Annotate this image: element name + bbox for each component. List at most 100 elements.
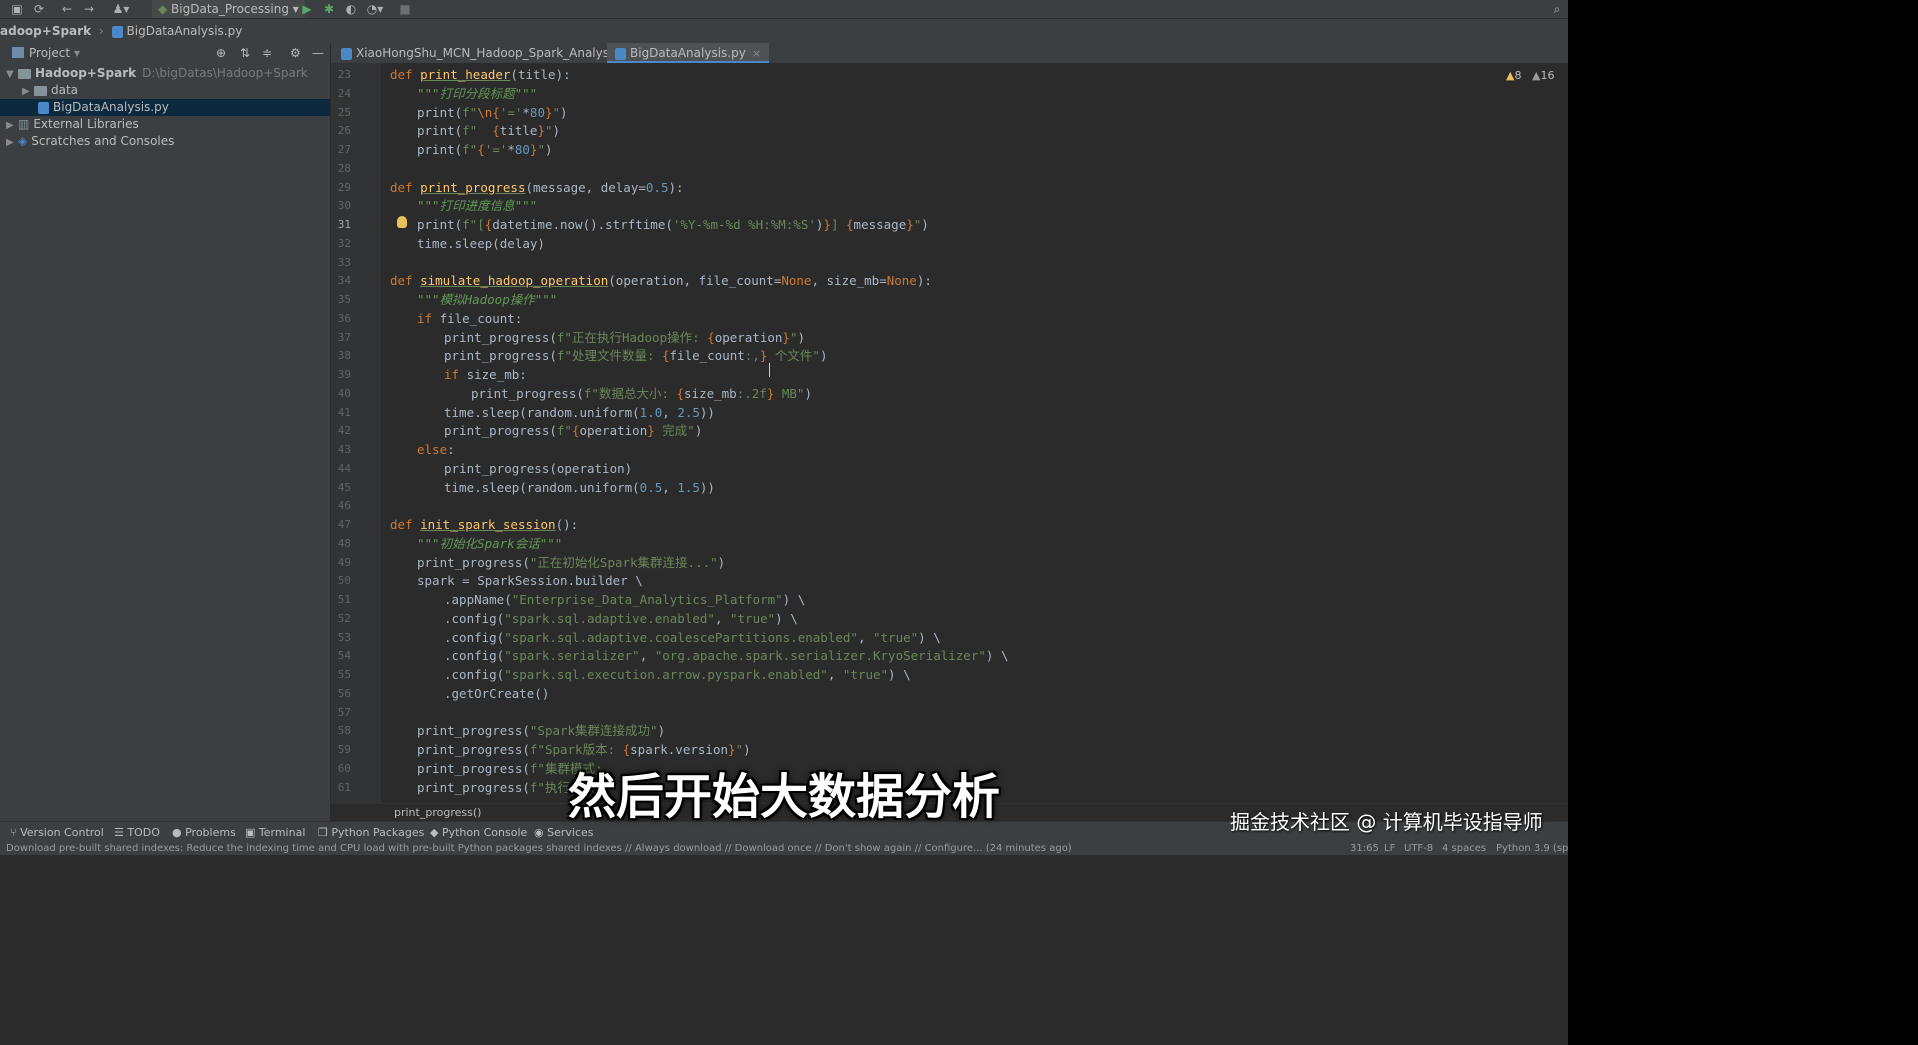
python-file-icon bbox=[341, 47, 352, 60]
run-icon[interactable]: ▶ bbox=[300, 1, 314, 17]
code-token: ) bbox=[544, 142, 553, 157]
code-token: "spark.serializer" bbox=[504, 648, 640, 664]
code-token: def bbox=[390, 67, 421, 82]
code-token: { bbox=[492, 104, 500, 120]
line-number: 52 bbox=[337, 611, 351, 625]
code-token: ) \ bbox=[918, 629, 941, 645]
weak-warnings-count: 16 bbox=[1540, 69, 1555, 82]
search-icon[interactable]: ⌕ bbox=[1550, 1, 1564, 17]
tree-item-scratches[interactable]: ▶ ◈ Scratches and Consoles bbox=[6, 133, 174, 150]
code-token: :.2f bbox=[736, 385, 767, 401]
gear-icon[interactable]: ⚙ bbox=[290, 43, 301, 63]
intention-bulb-icon[interactable] bbox=[397, 216, 407, 228]
code-token: message bbox=[853, 217, 907, 232]
chevron-down-icon[interactable]: ▼ bbox=[6, 66, 18, 83]
line-number-gutter[interactable]: 23 24 25 26 27 28 29 30 31 32 33 34 35 36 37 38 39 40 41 42… bbox=[331, 63, 381, 803]
code-token: print_progress( bbox=[417, 554, 530, 570]
vcs-user-icon[interactable]: ♟▾ bbox=[110, 1, 132, 17]
file-encoding[interactable]: UTF-8 bbox=[1404, 843, 1433, 855]
chevron-right-icon[interactable]: ▶ bbox=[22, 83, 34, 100]
code-token: operation bbox=[579, 423, 648, 439]
line-number: 41 bbox=[337, 405, 351, 419]
hide-panel-icon[interactable]: — bbox=[312, 43, 324, 63]
tab-label: BigDataAnalysis.py bbox=[630, 46, 746, 60]
code-token: ) bbox=[743, 742, 751, 757]
line-number: 40 bbox=[337, 386, 351, 400]
code-token: MB" bbox=[774, 385, 805, 401]
tree-item-label: External Libraries bbox=[33, 117, 139, 131]
tree-item-data[interactable]: ▶ data bbox=[22, 82, 78, 99]
tree-item-bigdataanalysis[interactable]: BigDataAnalysis.py bbox=[0, 99, 330, 116]
close-icon[interactable]: × bbox=[752, 47, 761, 60]
expand-all-icon[interactable]: ⇅ bbox=[240, 43, 250, 63]
forward-icon[interactable]: → bbox=[82, 1, 96, 17]
code-token: title bbox=[499, 123, 538, 139]
code-token: print( bbox=[417, 104, 463, 120]
project-view-selector[interactable]: Project bbox=[29, 43, 70, 63]
library-icon: ▥ bbox=[18, 117, 30, 131]
coverage-icon[interactable]: ◐ bbox=[344, 1, 358, 17]
line-separator[interactable]: LF bbox=[1384, 843, 1395, 855]
line-number: 31 bbox=[337, 218, 351, 231]
code-token: , bbox=[639, 648, 655, 664]
breadcrumb-project[interactable]: adoop+Spark bbox=[0, 24, 91, 38]
code-token: print_progress( bbox=[417, 723, 530, 739]
code-line: .config("spark.serializer", "org.apache.… bbox=[444, 647, 1008, 666]
line-number: 33 bbox=[337, 255, 351, 269]
packages-icon: ❒ bbox=[318, 826, 332, 839]
warnings-indicator[interactable]: ▲8 bbox=[1506, 69, 1521, 82]
code-token: spark = SparkSession.builder \ bbox=[417, 573, 643, 589]
locate-icon[interactable]: ⊕ bbox=[216, 43, 226, 63]
profile-icon[interactable]: ◔▾ bbox=[364, 1, 386, 17]
code-token: ) bbox=[819, 348, 828, 364]
line-number: 35 bbox=[337, 293, 351, 306]
code-line: print_progress(operation) bbox=[444, 460, 632, 479]
debug-icon[interactable]: ✱ bbox=[322, 1, 336, 17]
line-number: 46 bbox=[337, 499, 351, 513]
code-token: 完成" bbox=[654, 423, 695, 439]
code-token: * bbox=[522, 104, 530, 120]
run-configuration-label: BigData_Processing bbox=[171, 2, 289, 16]
code-token: { bbox=[707, 329, 715, 345]
line-number: 55 bbox=[337, 668, 351, 681]
line-number: 53 bbox=[337, 630, 351, 644]
chevron-right-icon[interactable]: ▶ bbox=[6, 117, 18, 134]
sync-icon[interactable]: ⟳ bbox=[32, 1, 46, 17]
tree-item-external-libraries[interactable]: ▶ ▥ External Libraries bbox=[6, 116, 139, 133]
caret-position[interactable]: 31:65 bbox=[1346, 843, 1379, 855]
code-token: } bbox=[647, 423, 655, 439]
code-line: if size_mb: bbox=[444, 366, 527, 385]
collapse-all-icon[interactable]: ≑ bbox=[262, 43, 272, 63]
code-line: print(f" {title}") bbox=[417, 122, 560, 141]
scratches-icon: ◈ bbox=[18, 134, 28, 148]
indent-setting[interactable]: 4 spaces bbox=[1442, 843, 1486, 855]
code-line: .config("spark.sql.adaptive.coalescePart… bbox=[444, 629, 941, 648]
stop-icon[interactable]: ■ bbox=[398, 1, 412, 17]
weak-warnings-indicator[interactable]: ▲16 bbox=[1532, 69, 1554, 82]
python-interpreter[interactable]: Python 3.9 (sp bbox=[1496, 843, 1568, 855]
chevron-down-icon[interactable]: ▾ bbox=[74, 43, 80, 63]
code-line: time.sleep(random.uniform(0.5, 1.5)) bbox=[444, 479, 715, 498]
tab-bigdata-analysis[interactable]: BigDataAnalysis.py × bbox=[607, 43, 770, 63]
line-number: 27 bbox=[337, 143, 351, 156]
code-token: (): bbox=[555, 517, 579, 532]
code-token: "true" bbox=[873, 629, 919, 645]
project-panel-header: Project ▾ ⊕ ⇅ ≑ ⚙ — bbox=[0, 43, 330, 63]
code-editor[interactable]: def print_header(title): """打印分段标题""" prin… bbox=[381, 63, 1568, 803]
breadcrumb-file[interactable]: BigDataAnalysis.py bbox=[127, 24, 243, 38]
code-token: '=' bbox=[484, 142, 508, 157]
code-token: .appName( bbox=[444, 592, 512, 607]
code-token: { bbox=[662, 348, 670, 364]
code-token: f"Spark版本: bbox=[529, 742, 623, 757]
code-token: ) bbox=[717, 554, 726, 570]
run-configuration-select[interactable]: ◆ BigData_Processing ▾ bbox=[152, 0, 305, 18]
back-icon[interactable]: ← bbox=[60, 1, 74, 17]
save-icon[interactable]: ▣ bbox=[10, 1, 24, 17]
tool-label: Services bbox=[547, 826, 594, 839]
code-token: datetime.now().strftime( bbox=[492, 217, 673, 232]
tree-item-hadoop-spark[interactable]: ▼ Hadoop+Spark D:\bigDatas\Hadoop+Spark bbox=[6, 65, 308, 82]
chevron-right-icon[interactable]: ▶ bbox=[6, 134, 18, 151]
status-message[interactable]: Download pre-built shared indexes: Reduc… bbox=[6, 843, 1072, 855]
code-token: \n bbox=[477, 104, 493, 120]
code-token: .getOrCreate() bbox=[444, 685, 550, 701]
